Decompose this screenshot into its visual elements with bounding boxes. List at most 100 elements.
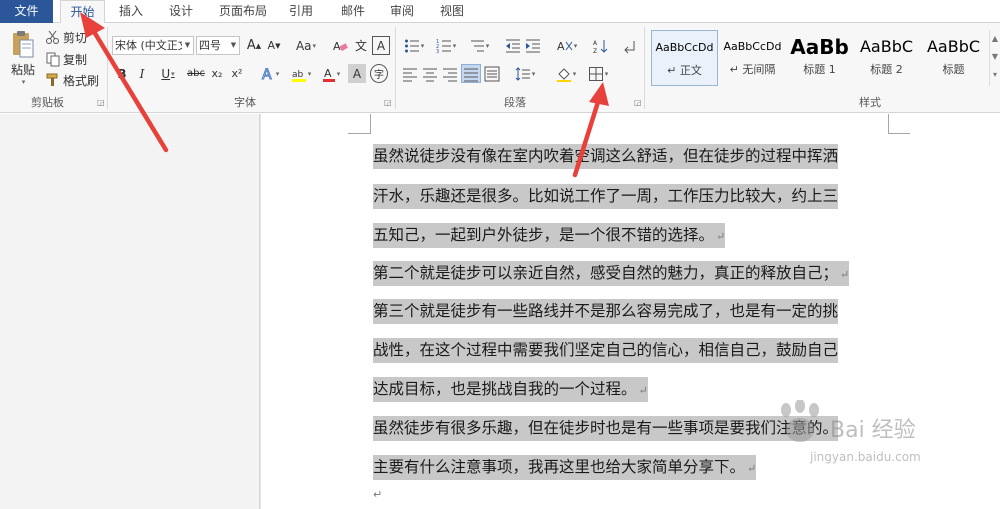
- svg-text:A: A: [593, 40, 598, 47]
- document-line[interactable]: 汗水，乐趣还是很多。比如说工作了一周，工作压力比较大，约上三: [373, 184, 839, 209]
- style-name: 标题 2: [870, 63, 903, 76]
- align-left-icon: [403, 68, 417, 81]
- paragraph-launcher-icon[interactable]: ◲: [634, 98, 642, 107]
- font-name-combo[interactable]: 宋体 (中文正文 ▼: [112, 36, 194, 55]
- justify-button[interactable]: [461, 64, 481, 83]
- watermark-url: jingyan.baidu.com: [810, 450, 921, 464]
- paste-dropdown-arrow[interactable]: ▾: [22, 78, 26, 86]
- group-divider: [644, 27, 645, 109]
- pilcrow-icon: [624, 40, 635, 53]
- change-case-button[interactable]: Aa ▾: [292, 36, 320, 55]
- gallery-scroll[interactable]: ▲ ▼ ▾: [989, 30, 1000, 86]
- numbering-button[interactable]: 123 ▾: [432, 36, 460, 55]
- document-line[interactable]: 达成目标，也是挑战自我的一个过程。 ↵: [373, 377, 648, 402]
- document-line[interactable]: 战性，在这个过程中需要我们坚定自己的信心，相信自己，鼓励自己: [373, 338, 839, 363]
- multilevel-list-button[interactable]: ▾: [464, 36, 494, 55]
- borders-icon: [588, 66, 603, 81]
- chevron-down-icon[interactable]: ▼: [182, 37, 193, 54]
- tab-page-layout[interactable]: 页面布局: [212, 0, 274, 23]
- ribbon-home: 粘贴 ▾ 剪切 复制 格式刷 剪贴板 ◲ 宋体 (中文正文 ▼ 四号 ▼ A ▲…: [0, 23, 1000, 113]
- phonetic-guide-button[interactable]: 文: [352, 36, 370, 55]
- font-color-button[interactable]: A ▾: [318, 64, 344, 83]
- line-text: 第二个就是徒步可以亲近自然，感受自然的魅力，真正的释放自己；: [373, 264, 839, 282]
- tab-home[interactable]: 开始: [60, 0, 105, 24]
- grow-font-label: A: [246, 38, 256, 53]
- style-heading-2[interactable]: AaBbC 标题 2: [853, 30, 920, 86]
- clipboard-launcher-icon[interactable]: ◲: [97, 98, 105, 107]
- sort-button[interactable]: AZ: [592, 36, 610, 55]
- paw-logo-icon: [781, 399, 819, 442]
- tab-references[interactable]: 引用: [281, 0, 321, 23]
- char-border-button[interactable]: A: [372, 36, 390, 55]
- strikethrough-button[interactable]: abc: [186, 64, 206, 83]
- paste-icon: [13, 30, 34, 57]
- grow-font-button[interactable]: A ▲: [245, 36, 263, 55]
- tab-file[interactable]: 文件: [0, 0, 53, 23]
- chevron-down-icon[interactable]: ▼: [228, 37, 239, 54]
- increase-indent-button[interactable]: [524, 36, 542, 55]
- style-heading-1[interactable]: AaBb 标题 1: [786, 30, 853, 86]
- decrease-indent-button[interactable]: [504, 36, 522, 55]
- underline-button[interactable]: U ▾: [154, 64, 182, 83]
- align-right-icon: [443, 68, 457, 81]
- group-divider: [395, 27, 396, 109]
- scissors-icon: [46, 30, 59, 44]
- asian-layout-button[interactable]: A ▾: [553, 36, 581, 55]
- subscript-button[interactable]: x₂: [208, 64, 226, 83]
- paste-button[interactable]: 粘贴 ▾: [8, 27, 38, 87]
- cut-button[interactable]: 剪切: [45, 28, 87, 46]
- char-shading-button[interactable]: A: [348, 64, 366, 83]
- tab-design[interactable]: 设计: [161, 0, 201, 23]
- paragraph-mark: ↵: [840, 268, 850, 281]
- paintbrush-icon: [46, 73, 58, 86]
- font-launcher-icon[interactable]: ◲: [384, 98, 392, 107]
- bullets-button[interactable]: ▾: [400, 36, 428, 55]
- tab-review[interactable]: 审阅: [382, 0, 422, 23]
- shrink-font-button[interactable]: A ▼: [265, 36, 283, 55]
- format-painter-button[interactable]: 格式刷: [45, 71, 99, 89]
- shading-button[interactable]: ▾: [552, 64, 580, 83]
- align-center-button[interactable]: [421, 64, 439, 83]
- text-effects-button[interactable]: A ▾: [256, 64, 284, 83]
- asian-layout-icon: A: [557, 40, 573, 53]
- font-size-value: 四号: [199, 39, 221, 52]
- enclose-char-button[interactable]: 字: [370, 64, 388, 83]
- document-line[interactable]: 虽然说徒步没有像在室内吹着空调这么舒适，但在徒步的过程中挥洒: [373, 144, 839, 169]
- document-line[interactable]: 第二个就是徒步可以亲近自然，感受自然的魅力，真正的释放自己； ↵: [373, 261, 850, 286]
- phonetic-label: 文: [354, 39, 367, 53]
- show-marks-button[interactable]: [620, 36, 638, 55]
- font-name-value: 宋体 (中文正文: [115, 39, 189, 52]
- style-normal[interactable]: AaBbCcDd ↵ 正文: [651, 30, 718, 86]
- bullet-list-icon: [404, 39, 419, 52]
- distributed-icon: [484, 66, 500, 81]
- italic-button[interactable]: I: [134, 64, 150, 83]
- tab-mailings[interactable]: 邮件: [333, 0, 373, 23]
- document-line[interactable]: 主要有什么注意事项，我再这里也给大家简单分享下。 ↵: [373, 455, 757, 480]
- clear-format-button[interactable]: A: [330, 36, 350, 55]
- tab-insert[interactable]: 插入: [111, 0, 151, 23]
- svg-text:3: 3: [436, 49, 439, 54]
- align-left-button[interactable]: [401, 64, 419, 83]
- line-spacing-icon: [515, 66, 530, 81]
- document-line[interactable]: 第三个就是徒步有一些路线并不是那么容易完成了，也是有一定的挑: [373, 299, 839, 324]
- line-text: 战性，在这个过程中需要我们坚定自己的信心，相信自己，鼓励自己: [373, 341, 839, 359]
- copy-button[interactable]: 复制: [45, 50, 87, 68]
- char-shading-label: A: [352, 66, 362, 81]
- bold-button[interactable]: B: [114, 64, 130, 83]
- align-right-button[interactable]: [441, 64, 459, 83]
- tab-view[interactable]: 视图: [432, 0, 472, 23]
- line-spacing-button[interactable]: ▾: [511, 64, 539, 83]
- outdent-icon: [506, 39, 520, 52]
- distributed-button[interactable]: [483, 64, 501, 83]
- style-sample: AaBb: [790, 35, 849, 59]
- style-no-spacing[interactable]: AaBbCcDd ↵ 无间隔: [719, 30, 786, 86]
- style-title[interactable]: AaBbC 标题: [920, 30, 987, 86]
- document-line[interactable]: 虽然徒步有很多乐趣，但在徒步时也是有一些事项是要我们注意的。: [373, 416, 839, 441]
- borders-button[interactable]: ▾: [584, 64, 612, 83]
- font-size-combo[interactable]: 四号 ▼: [196, 36, 240, 55]
- shrink-font-label: A: [267, 39, 276, 52]
- superscript-button[interactable]: x²: [228, 64, 246, 83]
- watermark-brand: Bai 经验: [830, 418, 916, 443]
- highlight-button[interactable]: ab ▾: [287, 64, 315, 83]
- document-line[interactable]: 五知己，一起到户外徒步，是一个很不错的选择。 ↵: [373, 223, 726, 248]
